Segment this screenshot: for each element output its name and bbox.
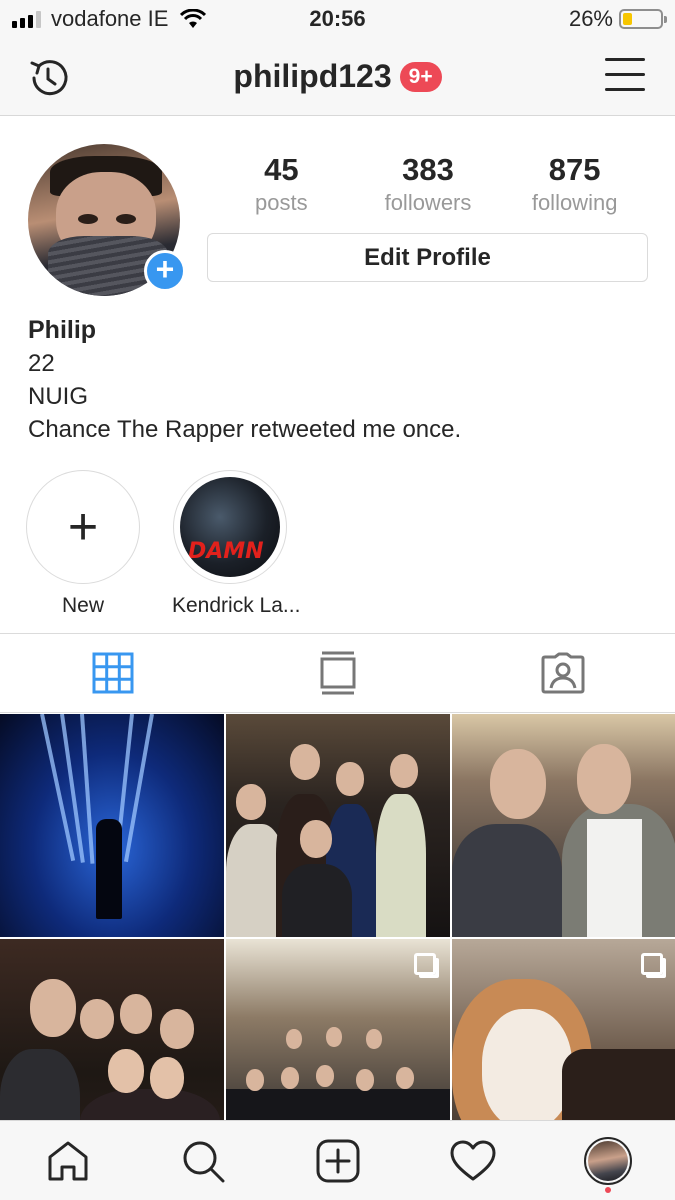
nav-add-post[interactable] <box>270 1121 405 1200</box>
stat-label: followers <box>384 190 472 215</box>
status-bar-right: 26% <box>568 6 667 32</box>
profile-name: Philip <box>28 316 97 344</box>
profile-stats: 45 posts 383 followers 875 following <box>208 152 648 216</box>
stat-value: 383 <box>402 152 454 187</box>
highlight-cover-text: DAMN <box>188 539 264 564</box>
highlight-kendrick[interactable]: DAMN Kendrick La... <box>172 470 301 618</box>
highlight-new-circle: + <box>26 470 140 584</box>
battery-percent: 26% <box>568 6 613 31</box>
stat-posts[interactable]: 45 posts <box>208 152 354 216</box>
bio-line: Chance The Rapper retweeted me once. <box>28 416 462 443</box>
profile-tabs <box>0 633 675 713</box>
username-header[interactable]: philipd123 9+ <box>0 58 675 95</box>
stat-value: 45 <box>264 152 299 187</box>
tagged-person-icon <box>541 652 584 694</box>
stat-label: posts <box>255 190 308 215</box>
notification-badge: 9+ <box>399 61 442 92</box>
post-thumbnail[interactable] <box>226 714 450 937</box>
plus-icon: + <box>67 498 99 556</box>
home-icon <box>48 1141 87 1180</box>
highlight-label: Kendrick La... <box>172 594 301 617</box>
tab-tagged[interactable] <box>450 634 675 712</box>
tab-grid[interactable] <box>0 634 225 712</box>
multiple-photos-icon <box>414 953 436 975</box>
stat-value: 875 <box>548 152 601 187</box>
highlight-new[interactable]: + New <box>25 470 141 618</box>
heart-icon <box>450 1140 495 1180</box>
profile-avatar-icon <box>583 1136 632 1185</box>
photo-grid <box>0 714 675 1162</box>
top-nav: philipd123 9+ <box>0 40 675 116</box>
highlight-label: New <box>61 594 104 617</box>
page-title: philipd123 <box>233 58 392 94</box>
stat-label: following <box>531 190 618 215</box>
nav-profile[interactable] <box>540 1121 675 1200</box>
tab-feed[interactable] <box>225 634 450 712</box>
nav-activity[interactable] <box>405 1121 540 1200</box>
feed-icon <box>320 651 355 695</box>
multiple-photos-icon <box>641 953 663 975</box>
bottom-nav <box>0 1120 675 1200</box>
bio-line: 22 <box>28 350 55 377</box>
stat-followers[interactable]: 383 followers <box>355 152 501 216</box>
search-icon <box>183 1141 224 1182</box>
nav-search[interactable] <box>135 1121 270 1200</box>
battery-icon <box>619 9 667 29</box>
nav-home[interactable] <box>0 1121 135 1200</box>
highlight-cover: DAMN <box>173 470 287 584</box>
add-story-plus-icon[interactable]: + <box>144 250 186 292</box>
post-thumbnail[interactable] <box>0 714 224 937</box>
notification-dot <box>604 1187 611 1193</box>
stat-following[interactable]: 875 following <box>502 152 648 216</box>
highlight-cover-image: DAMN <box>180 477 280 577</box>
add-post-icon <box>316 1139 359 1182</box>
profile-bio: Philip 22 NUIG Chance The Rapper retweet… <box>28 314 461 446</box>
hamburger-menu-icon[interactable] <box>605 58 645 94</box>
grid-icon <box>92 652 133 694</box>
bio-line: NUIG <box>28 383 88 410</box>
status-bar: vodafone IE 20:56 26% <box>0 0 675 40</box>
edit-profile-button[interactable]: Edit Profile <box>207 233 648 282</box>
post-thumbnail[interactable] <box>452 714 675 937</box>
